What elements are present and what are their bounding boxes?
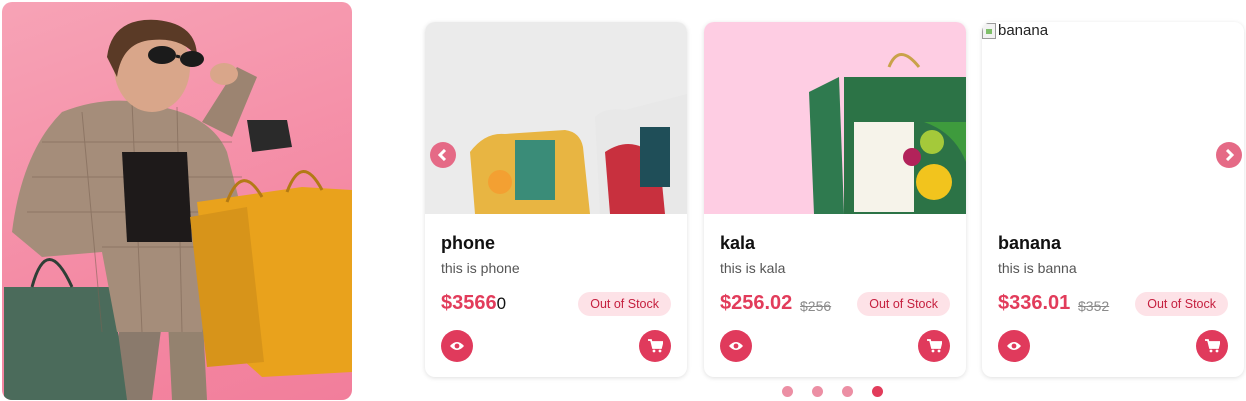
product-price: $35660 [441,292,506,315]
hero-illustration [4,19,352,400]
carousel-prev-button[interactable] [430,142,456,168]
product-image [425,22,687,214]
price-value: $3566 [441,292,497,314]
stock-badge: Out of Stock [1135,292,1228,316]
chevron-left-icon [438,149,447,161]
stock-badge: Out of Stock [857,292,950,316]
add-to-cart-button[interactable] [1196,330,1228,362]
product-price: $336.01 [998,292,1071,314]
product-old-price: $256 [800,298,832,314]
view-button[interactable] [441,330,473,362]
product-page: phone this is phone $35660 Out of Stock [0,0,1246,401]
chevron-right-icon [1225,149,1234,161]
product-carousel: phone this is phone $35660 Out of Stock [425,22,1246,379]
broken-image-placeholder: banana [982,22,1048,39]
product-description: this is phone [441,260,520,276]
view-button[interactable] [720,330,752,362]
broken-image-icon [982,22,996,39]
add-to-cart-button[interactable] [918,330,950,362]
hero-banner [2,2,352,400]
pagination-dot[interactable] [812,386,823,397]
product-card[interactable]: banana banana this is banna $336.01 $352… [982,22,1244,377]
product-image: banana [982,22,1244,214]
pagination-dot[interactable] [782,386,793,397]
product-image [704,22,966,214]
product-card[interactable]: phone this is phone $35660 Out of Stock [425,22,687,377]
product-card[interactable]: kala this is kala $256.02 $256 Out of St… [704,22,966,377]
pagination-dot[interactable] [842,386,853,397]
cart-icon [647,339,663,353]
eye-icon [729,342,743,350]
eye-icon [450,342,464,350]
product-description: this is kala [720,260,786,276]
image-alt-text: banana [998,22,1049,39]
product-name: phone [441,233,495,253]
carousel-next-button[interactable] [1216,142,1242,168]
product-old-price: $352 [1078,298,1110,314]
eye-icon [1007,342,1021,350]
product-price: $256.02 [720,292,793,314]
product-name: kala [720,233,756,253]
carousel-pagination [782,386,883,397]
product-description: this is banna [998,260,1077,276]
add-to-cart-button[interactable] [639,330,671,362]
cart-icon [1204,339,1220,353]
pagination-dot-active[interactable] [872,386,883,397]
cart-icon [926,339,942,353]
product-name: banana [998,233,1062,253]
stock-badge: Out of Stock [578,292,671,316]
view-button[interactable] [998,330,1030,362]
price-tail: 0 [496,294,507,313]
